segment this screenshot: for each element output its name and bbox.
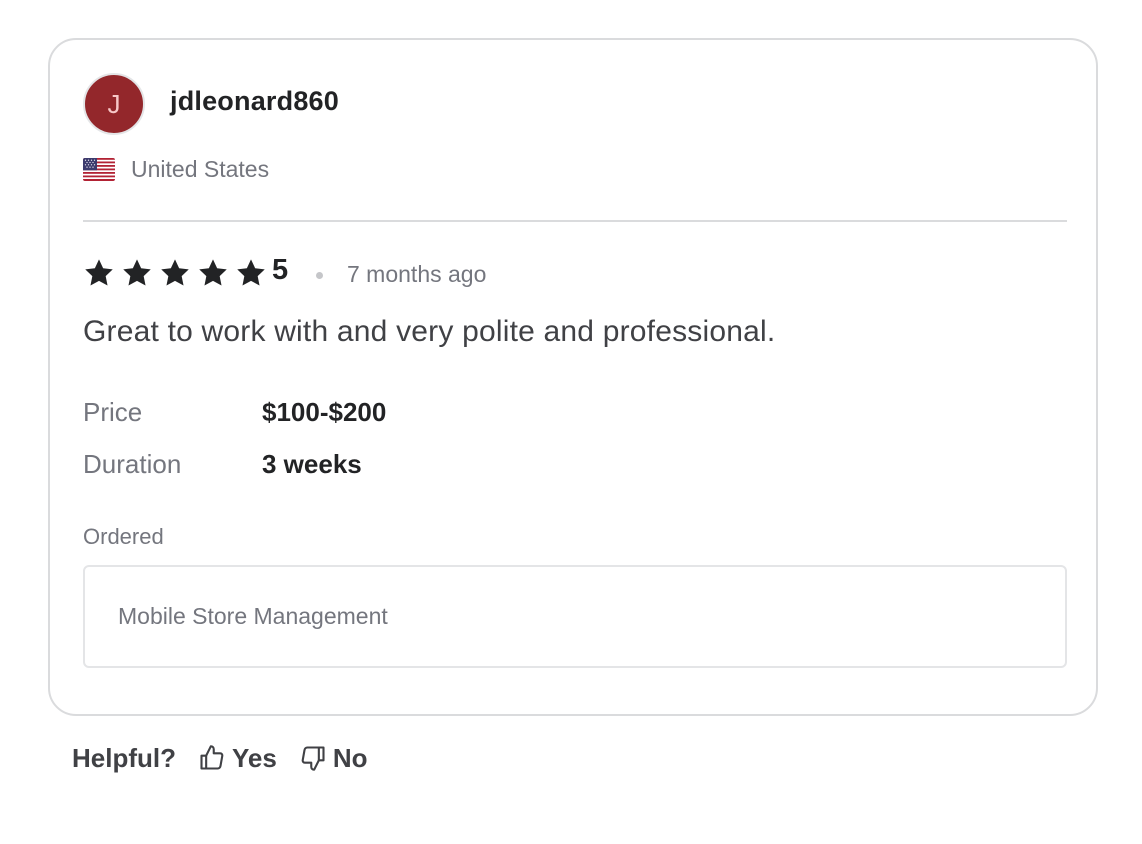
star-icon (159, 257, 191, 289)
helpful-feedback: Helpful? Yes No (72, 738, 368, 778)
helpful-yes-button[interactable]: Yes (198, 743, 277, 774)
price-value: $100-$200 (262, 397, 387, 427)
ordered-item[interactable]: Mobile Store Management (83, 565, 1067, 668)
helpful-no-label: No (332, 742, 368, 773)
reviewer-username[interactable]: jdleonard860 (170, 86, 339, 117)
helpful-yes-label: Yes (232, 742, 277, 773)
thumbs-up-icon (200, 745, 224, 770)
avatar-initial: J (107, 88, 121, 119)
review-time: 7 months ago (347, 261, 487, 287)
thumbs-down-icon (301, 746, 325, 771)
duration-value: 3 weeks (262, 449, 362, 479)
avatar[interactable]: J (83, 73, 145, 135)
ordered-item-title: Mobile Store Management (118, 603, 388, 629)
star-icon (121, 257, 153, 289)
helpful-no-button[interactable]: No (299, 743, 368, 774)
rating-value: 5 (272, 254, 289, 286)
star-icon (83, 257, 115, 289)
separator-dot (316, 272, 323, 279)
divider (83, 220, 1067, 222)
us-flag-icon (83, 158, 115, 181)
duration-label: Duration (83, 449, 182, 479)
star-rating (83, 256, 267, 290)
star-icon (197, 257, 229, 289)
reviewer-country: United States (131, 156, 270, 182)
helpful-question: Helpful? (72, 742, 176, 773)
price-label: Price (83, 397, 143, 427)
review-text: Great to work with and very polite and p… (83, 315, 776, 348)
star-icon (235, 257, 267, 289)
review-card: J jdleonard860 United States 5 7 months … (48, 38, 1098, 716)
ordered-label: Ordered (83, 524, 164, 549)
